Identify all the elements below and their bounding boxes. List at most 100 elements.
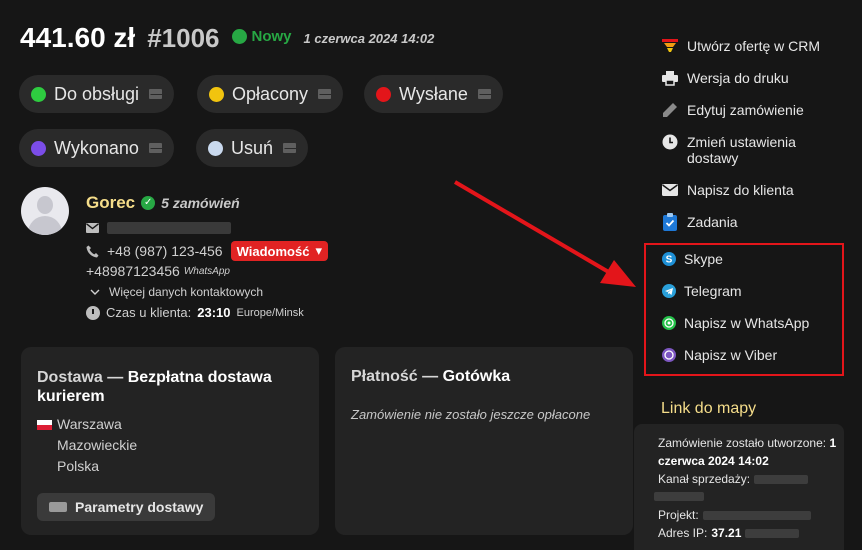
whatsapp-label: WhatsApp	[183, 265, 230, 277]
write-to-customer-label: Napisz do klienta	[687, 182, 794, 198]
red-dot-icon	[376, 86, 391, 102]
delivery-city-row: Warszawa	[37, 416, 122, 432]
order-status-label: Nowy	[251, 28, 292, 45]
payment-title: Płatność — Gotówka	[351, 368, 510, 386]
yellow-dot-icon	[209, 86, 224, 102]
edit-order-label: Edytuj zamówienie	[687, 102, 804, 118]
delivery-params-button[interactable]: Parametry dostawy	[37, 493, 216, 521]
envelope-icon	[477, 89, 491, 99]
customer-name-row: Gorec ✓ 5 zamówień	[86, 193, 240, 213]
envelope-icon	[283, 143, 297, 153]
channel-value-redacted	[754, 474, 809, 484]
customer-timezone: Europe/Minsk	[236, 306, 304, 319]
status-button-wyslane[interactable]: Wysłane	[364, 75, 503, 113]
status-button-label: Wysłane	[399, 83, 468, 104]
customer-whatsapp-row: +48987123456 WhatsApp	[86, 263, 230, 279]
funnel-icon	[662, 38, 678, 54]
status-button-do-obslugi[interactable]: Do obsługi	[19, 75, 175, 113]
message-badge-label: Wiadomość	[236, 243, 310, 259]
tasks-label: Zadania	[687, 214, 738, 230]
customer-orders-count[interactable]: 5 zamówień	[161, 195, 240, 211]
printer-icon	[662, 70, 678, 86]
poland-flag-icon	[37, 420, 52, 431]
payment-title-prefix: Płatność —	[351, 368, 439, 385]
project-label: Projekt:	[658, 508, 699, 522]
payment-status-text: Zamówienie nie zostało jeszcze opłacone	[351, 407, 591, 422]
channel-label: Kanał sprzedaży:	[658, 472, 751, 486]
customer-time-label: Czas u klienta:	[106, 305, 192, 320]
telegram-label: Telegram	[684, 283, 742, 299]
delivery-params-label: Parametry dostawy	[75, 499, 204, 515]
ip-value: 37.21	[711, 526, 742, 540]
print-version-link[interactable]: Wersja do druku	[662, 70, 789, 86]
ip-value-redacted	[745, 528, 800, 538]
clock-icon	[86, 305, 100, 320]
viber-link[interactable]: Napisz w Viber	[661, 347, 777, 363]
telegram-link[interactable]: Telegram	[661, 283, 742, 299]
message-dropdown-button[interactable]: Wiadomość ▾	[230, 241, 328, 261]
telegram-icon	[661, 283, 677, 299]
skype-label: Skype	[684, 251, 723, 267]
status-button-label: Usuń	[231, 137, 274, 158]
created-value-2: czerwca 2024 14:02	[658, 454, 769, 468]
purple-dot-icon	[31, 140, 46, 156]
channel-row: Kanał sprzedaży:	[658, 472, 809, 486]
status-button-label: Wykonano	[54, 137, 139, 158]
tasks-link[interactable]: Zadania	[662, 213, 738, 231]
clipboard-icon	[662, 213, 678, 231]
change-delivery-settings-link[interactable]: Zmień ustawienia dostawy	[662, 134, 796, 166]
status-dot-icon	[231, 29, 247, 44]
viber-icon	[661, 347, 677, 363]
status-button-usun[interactable]: Usuń	[196, 129, 309, 167]
order-status: Nowy	[231, 28, 292, 45]
caret-down-icon: ▾	[315, 243, 322, 258]
verified-check-icon: ✓	[141, 196, 156, 210]
customer-whatsapp-number[interactable]: +48987123456	[86, 263, 180, 279]
ip-row: Adres IP: 37.21	[658, 526, 800, 540]
skype-link[interactable]: S Skype	[661, 251, 723, 267]
channel-value-row	[654, 490, 704, 504]
customer-phone[interactable]: +48 (987) 123-456	[107, 243, 223, 259]
truck-icon	[49, 502, 67, 512]
customer-time-row: Czas u klienta: 23:10 Europe/Minsk	[86, 305, 304, 320]
customer-time-value: 23:10	[197, 305, 231, 320]
phone-icon	[86, 245, 99, 258]
write-to-customer-link[interactable]: Napisz do klienta	[662, 182, 794, 198]
ip-label: Adres IP:	[658, 526, 708, 540]
viber-label: Napisz w Viber	[684, 347, 778, 363]
edit-order-link[interactable]: Edytuj zamówienie	[662, 102, 804, 118]
more-contacts-toggle[interactable]: Więcej danych kontaktowych	[90, 285, 263, 299]
customer-email-redacted	[107, 222, 231, 234]
create-crm-offer-link[interactable]: Utwórz ofertę w CRM	[662, 38, 820, 54]
status-button-label: Opłacony	[232, 83, 309, 104]
created-value-row: czerwca 2024 14:02	[658, 454, 769, 468]
whatsapp-label: Napisz w WhatsApp	[684, 315, 810, 331]
clock-icon	[662, 134, 678, 150]
channel-value-redacted-2	[654, 492, 704, 501]
delivery-country: Polska	[57, 458, 100, 474]
chevron-down-icon	[90, 289, 100, 296]
project-value-redacted	[702, 510, 811, 520]
create-crm-offer-label: Utwórz ofertę w CRM	[687, 38, 821, 54]
print-version-label: Wersja do druku	[687, 70, 789, 86]
delivery-title: Dostawa — Bezpłatna dostawa kurierem	[37, 368, 307, 406]
customer-name[interactable]: Gorec	[86, 193, 135, 213]
created-label: Zamówienie zostało utworzone:	[658, 436, 827, 450]
order-number: #1006	[147, 23, 220, 53]
whatsapp-link[interactable]: Napisz w WhatsApp	[661, 315, 809, 331]
envelope-icon	[662, 182, 678, 198]
envelope-icon	[148, 143, 162, 153]
status-button-oplacony[interactable]: Opłacony	[197, 75, 344, 113]
order-date: 1 czerwca 2024 14:02	[303, 31, 435, 46]
envelope-icon	[86, 223, 99, 233]
order-amount: 441.60 zł	[20, 22, 136, 53]
order-header: 441.60 zł #1006 Nowy 1 czerwca 2024 14:0…	[20, 22, 434, 54]
status-button-label: Do obsługi	[54, 83, 140, 104]
delivery-title-prefix: Dostawa —	[37, 369, 124, 386]
envelope-icon	[318, 89, 332, 99]
status-button-wykonano[interactable]: Wykonano	[19, 129, 174, 167]
delivery-region: Mazowieckie	[57, 437, 138, 453]
map-link[interactable]: Link do mapy	[661, 400, 756, 418]
created-row: Zamówienie zostało utworzone: 1	[658, 436, 836, 450]
more-contacts-label: Więcej danych kontaktowych	[109, 285, 264, 299]
